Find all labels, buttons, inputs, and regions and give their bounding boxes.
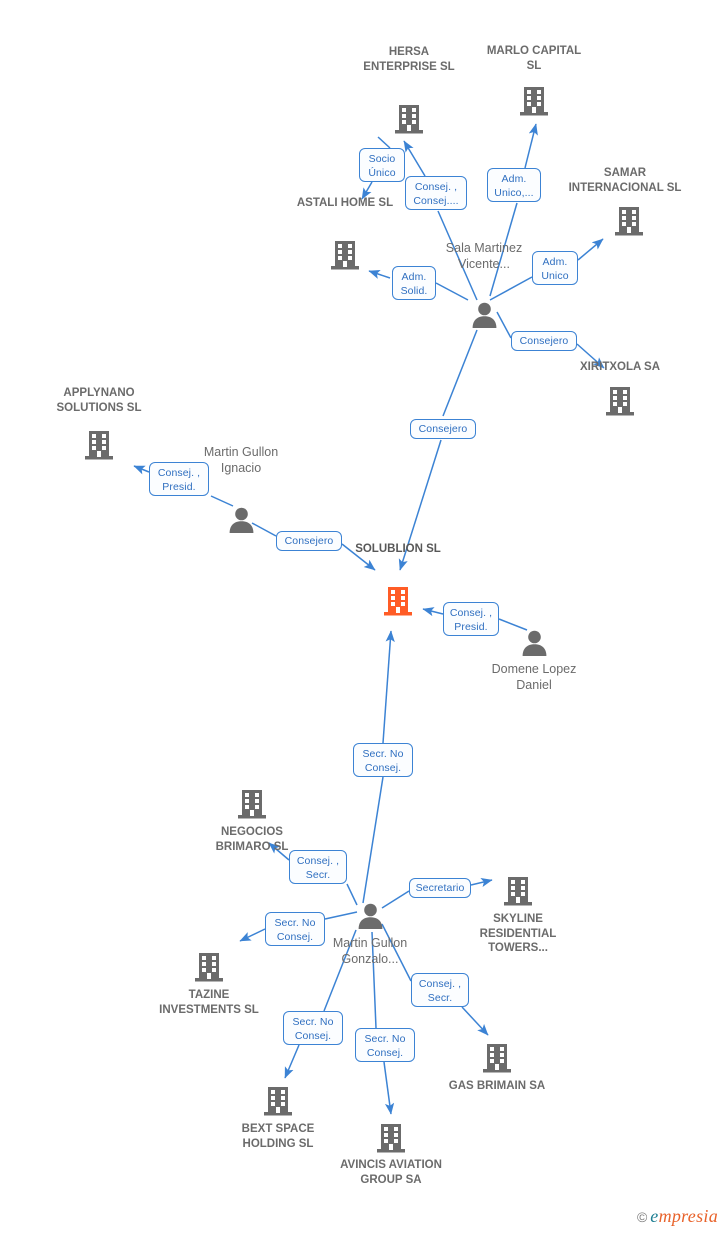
relation-label-consej-presid-applynano[interactable]: Consej. , Presid. (149, 462, 209, 496)
building-icon (238, 790, 266, 819)
building-icon (377, 1124, 405, 1153)
person-icon (472, 302, 497, 328)
person-icon (522, 630, 547, 656)
brand-rest: mpresia (658, 1206, 718, 1226)
relation-label-consej-secr-negocios[interactable]: Consej. , Secr. (289, 850, 347, 884)
company-label-astali: ASTALI HOME SL (296, 197, 394, 209)
brand-initial: e (650, 1206, 659, 1226)
building-icon (195, 953, 223, 982)
copyright-symbol: © (636, 1208, 648, 1225)
company-label-applynano: APPLYNANO SOLUTIONS SL (56, 387, 142, 414)
relation-label-secr-no-consej-solublion[interactable]: Secr. No Consej. (353, 743, 413, 777)
company-label-avincis: AVINCIS AVIATION GROUP SA (340, 1159, 442, 1186)
relation-label-consejero-ignacio-solublion[interactable]: Consejero (276, 531, 342, 551)
company-label-gas: GAS BRIMAIN SA (448, 1080, 546, 1092)
company-label-skyline: SKYLINE RESIDENTIAL TOWERS... (479, 913, 557, 954)
person-label-ignacio: Martin Gullon Ignacio (203, 445, 279, 475)
building-icon (395, 105, 423, 134)
building-icon (520, 87, 548, 116)
relation-label-consejero-xiritxola[interactable]: Consejero (511, 331, 577, 351)
brand-wordmark: empresia (650, 1206, 718, 1227)
building-icon (615, 207, 643, 236)
relation-label-secr-no-consej-avincis[interactable]: Secr. No Consej. (355, 1028, 415, 1062)
company-label-samar: SAMAR INTERNACIONAL SL (568, 167, 682, 194)
company-label-hersa: HERSA ENTERPRISE SL (363, 46, 455, 73)
relation-label-consejero-sala-solublion[interactable]: Consejero (410, 419, 476, 439)
relation-label-consej-secr-gas[interactable]: Consej. , Secr. (411, 973, 469, 1007)
network-diagram-canvas: HERSA ENTERPRISE SL MARLO CAPITAL SL AST… (0, 0, 728, 1235)
relation-label-secr-no-consej-tazine[interactable]: Secr. No Consej. (265, 912, 325, 946)
building-icon (264, 1087, 292, 1116)
relation-label-secr-no-consej-bext[interactable]: Secr. No Consej. (283, 1011, 343, 1045)
relation-label-adm-unico-samar[interactable]: Adm. Unico (532, 251, 578, 285)
company-label-negocios: NEGOCIOS BRIMARO SL (215, 826, 289, 853)
company-label-xiritxola: XIRITXOLA SA (579, 361, 661, 373)
person-icon (358, 903, 383, 929)
building-icon (331, 241, 359, 270)
relation-label-consej-presid-domene[interactable]: Consej. , Presid. (443, 602, 499, 636)
person-label-domene: Domene Lopez Daniel (491, 662, 577, 692)
relation-label-secretario-skyline[interactable]: Secretario (409, 878, 471, 898)
building-icon (606, 387, 634, 416)
person-label-gonzalo: Martin Gullon Gonzalo... (332, 936, 408, 966)
relation-label-adm-unico-marlo[interactable]: Adm. Unico,... (487, 168, 541, 202)
person-icon (229, 507, 254, 533)
person-label-sala: Sala Martinez Vicente... (445, 241, 523, 271)
relation-label-adm-solid[interactable]: Adm. Solid. (392, 266, 436, 300)
company-label-bext: BEXT SPACE HOLDING SL (241, 1123, 315, 1150)
company-label-tazine: TAZINE INVESTMENTS SL (159, 989, 259, 1016)
empresia-watermark: © empresia (637, 1206, 718, 1227)
building-icon (504, 877, 532, 906)
building-icon (85, 431, 113, 460)
relation-label-consej-consej[interactable]: Consej. , Consej.... (405, 176, 467, 210)
company-label-solublion: SOLUBLION SL (355, 543, 441, 555)
building-icon (483, 1044, 511, 1073)
company-label-marlo: MARLO CAPITAL SL (486, 45, 582, 72)
building-icon (384, 587, 412, 616)
relation-label-socio-unico[interactable]: Socio Único (359, 148, 405, 182)
